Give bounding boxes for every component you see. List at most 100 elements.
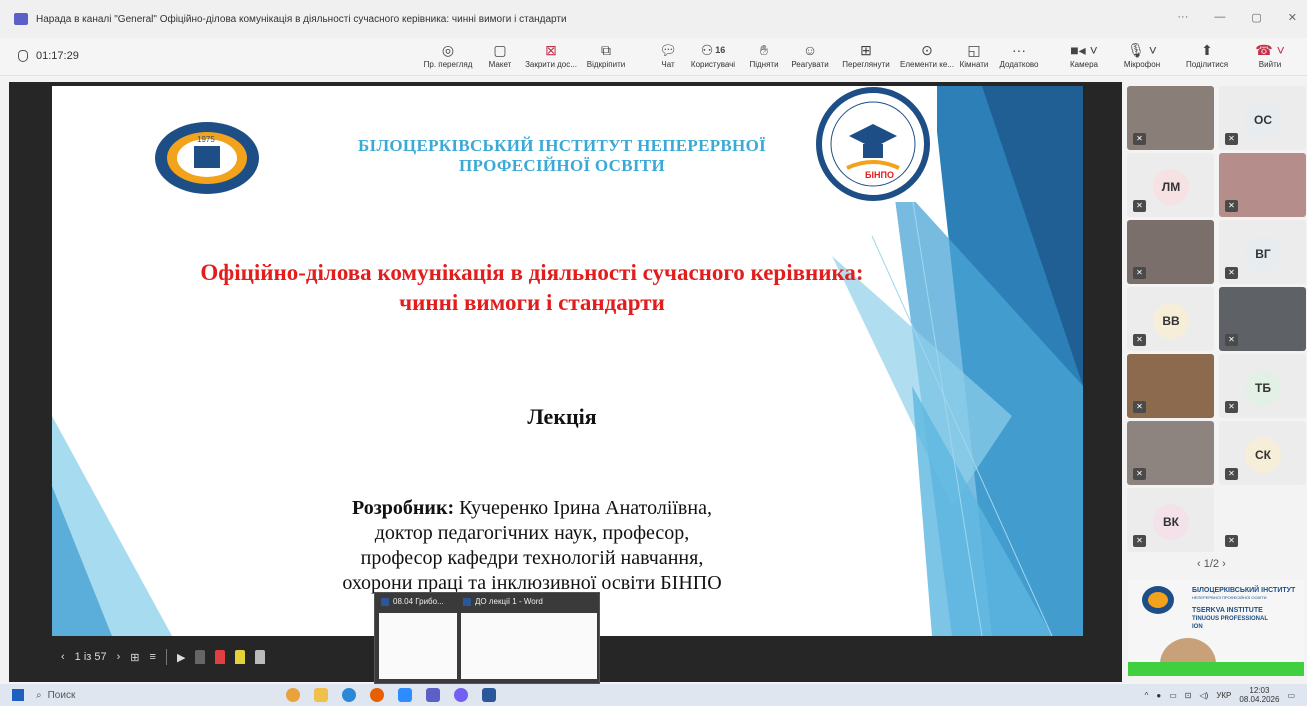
pen-red-icon[interactable]: [215, 650, 226, 664]
camera-button[interactable]: ■◂ ˅ Камера: [1062, 40, 1106, 70]
window-titlebar: Нарада в каналі "General" Офіційно-ділов…: [0, 0, 1307, 38]
grid-view-icon[interactable]: ⊞: [130, 651, 139, 664]
more-button[interactable]: ··· Додатково: [994, 40, 1044, 69]
elements-icon: ⊙: [921, 41, 933, 58]
elements-button[interactable]: ⊙ Елементи ке...: [898, 40, 956, 70]
pen-gray-icon[interactable]: [195, 650, 206, 664]
tray-language[interactable]: УКР: [1216, 691, 1231, 700]
avatar: ВК: [1153, 504, 1189, 540]
mic-muted-icon: ✕: [1133, 468, 1146, 480]
zoom-icon[interactable]: [398, 688, 412, 702]
participant-tile[interactable]: ✕: [1127, 220, 1214, 284]
raise-label: Підняти: [749, 60, 779, 69]
view-button[interactable]: ⊞ Переглянути: [835, 40, 897, 70]
teams-icon: [14, 13, 28, 25]
participant-tile[interactable]: ВК ✕: [1127, 488, 1214, 552]
avatar: ВВ: [1153, 303, 1189, 339]
search-icon: ⌕: [36, 689, 42, 701]
mic-muted-icon: ✕: [1133, 133, 1146, 145]
department-logo: БІНПО: [809, 86, 937, 202]
eraser-icon[interactable]: [255, 650, 266, 664]
mic-button[interactable]: 🎙︎ ˅ Мікрофон: [1116, 40, 1168, 70]
participant-tile[interactable]: ОС ✕: [1219, 86, 1306, 150]
popout-label: Відкріпити: [586, 60, 626, 69]
next-slide-icon[interactable]: ›: [117, 651, 121, 663]
highlighter-icon[interactable]: [235, 650, 246, 664]
viber-icon[interactable]: [454, 688, 468, 702]
file-explorer-icon[interactable]: [314, 688, 328, 702]
rooms-button[interactable]: ◱ Кімнати: [958, 40, 990, 70]
participant-tile[interactable]: ✕: [1219, 287, 1306, 351]
restore-button[interactable]: ▢: [1251, 11, 1261, 24]
windows-taskbar: ⌕ Поиск ^ ● ▭ ⊡ ◁) УКР 12:03 08.04.2026 …: [0, 684, 1307, 706]
close-share-button[interactable]: ⊠ Закрити дос...: [522, 40, 580, 70]
participant-tile[interactable]: СК ✕: [1219, 421, 1306, 485]
windows-start-icon[interactable]: [12, 689, 24, 701]
notifications-icon[interactable]: ▭: [1287, 691, 1295, 700]
taskbar-search[interactable]: ⌕ Поиск: [36, 690, 186, 701]
tray-network-icon[interactable]: ⊡: [1185, 691, 1192, 700]
leave-button[interactable]: ☎︎ ˅ Вийти: [1250, 40, 1290, 70]
layout-button[interactable]: ▢ Макет: [483, 40, 517, 70]
tray-clock[interactable]: 12:03 08.04.2026: [1239, 686, 1279, 704]
react-button[interactable]: ☺ Реагувати: [788, 40, 832, 69]
ellipsis-icon: ···: [1012, 42, 1026, 58]
edge-icon[interactable]: [342, 688, 356, 702]
participant-tile-empty[interactable]: ✕: [1219, 488, 1306, 552]
self-view-image: БІЛОЦЕРКІВСЬКИЙ ІНСТИТУТ НЕПЕРЕРВНОЇ ПРО…: [1128, 580, 1304, 676]
mic-muted-icon: ✕: [1225, 267, 1238, 279]
mic-muted-icon: ✕: [1225, 468, 1238, 480]
pointer-icon[interactable]: ▶: [177, 651, 185, 664]
firefox-icon[interactable]: [370, 688, 384, 702]
author-position: професор кафедри технологій навчання,: [360, 547, 704, 569]
lecture-title: Офіційно-ділова комунікація в діяльності…: [102, 258, 962, 318]
mic-muted-icon: ✕: [1133, 535, 1146, 547]
chat-button[interactable]: 💬︎ Чат: [653, 40, 683, 70]
avatar: ОС: [1245, 102, 1281, 138]
participant-tile[interactable]: ЛМ ✕: [1127, 153, 1214, 217]
more-options-icon[interactable]: ···: [1177, 11, 1188, 24]
svg-text:ION: ION: [1192, 624, 1203, 630]
self-view-preview[interactable]: БІЛОЦЕРКІВСЬКИЙ ІНСТИТУТ НЕПЕРЕРВНОЇ ПРО…: [1128, 580, 1304, 676]
participant-tile[interactable]: ✕: [1219, 153, 1306, 217]
participant-tile[interactable]: ✕: [1127, 421, 1214, 485]
close-button[interactable]: ✕: [1288, 11, 1297, 24]
teams-taskbar-icon[interactable]: [426, 688, 440, 702]
thumbnail-title-1[interactable]: 08.04 Грибо...: [381, 597, 444, 606]
share-button[interactable]: ⬆ Поділитися: [1180, 40, 1234, 70]
institute-name-line1: БІЛОЦЕРКІВСЬКИЙ ІНСТИТУТ НЕПЕРЕРВНОЇ: [357, 136, 767, 155]
camera-label: Камера: [1070, 60, 1098, 69]
thumbnail-preview-2[interactable]: [461, 613, 597, 679]
share-icon: ⬆: [1201, 41, 1213, 58]
participant-tile[interactable]: ✕: [1127, 86, 1214, 150]
avatar: ТБ: [1245, 370, 1281, 406]
people-button[interactable]: ⚇ 16 Користувачі: [688, 40, 738, 70]
react-label: Реагувати: [791, 60, 829, 69]
raise-hand-button[interactable]: ✋︎ Підняти: [745, 40, 783, 70]
minimize-button[interactable]: —: [1214, 11, 1225, 24]
preview-button[interactable]: ◎ Пр. перегляд: [420, 40, 476, 70]
tray-mic-icon[interactable]: ●: [1156, 691, 1161, 700]
popout-button[interactable]: ⧉ Відкріпити: [582, 40, 630, 70]
thumbnail-preview-1[interactable]: [379, 613, 457, 679]
tray-battery-icon[interactable]: ▭: [1169, 691, 1177, 700]
mic-muted-icon: ✕: [1225, 200, 1238, 212]
mic-muted-icon: ✕: [1133, 200, 1146, 212]
settings-sliders-icon[interactable]: ≡: [150, 651, 156, 663]
word-taskbar-icon[interactable]: [482, 688, 496, 702]
tray-chevron-icon[interactable]: ^: [1145, 691, 1149, 700]
gallery-pager[interactable]: ‹ 1/2 ›: [1197, 558, 1226, 570]
prev-slide-icon[interactable]: ‹: [61, 651, 65, 663]
hangup-icon: ☎︎ ˅: [1255, 41, 1285, 58]
chrome-icon[interactable]: [286, 688, 300, 702]
participant-tile[interactable]: ВГ ✕: [1219, 220, 1306, 284]
participant-tile[interactable]: ТБ ✕: [1219, 354, 1306, 418]
participant-tile[interactable]: ✕: [1127, 354, 1214, 418]
avatar: СК: [1245, 437, 1281, 473]
thumbnail-title-2[interactable]: ДО лекції 1 - Word: [463, 597, 543, 606]
taskbar-thumbnail-popup: 08.04 Грибо... ДО лекції 1 - Word: [374, 592, 600, 684]
participant-tile[interactable]: ВВ ✕: [1127, 287, 1214, 351]
tray-date: 08.04.2026: [1239, 695, 1280, 704]
institute-logo-icon: 1975: [155, 122, 259, 194]
tray-volume-icon[interactable]: ◁): [1199, 691, 1208, 700]
